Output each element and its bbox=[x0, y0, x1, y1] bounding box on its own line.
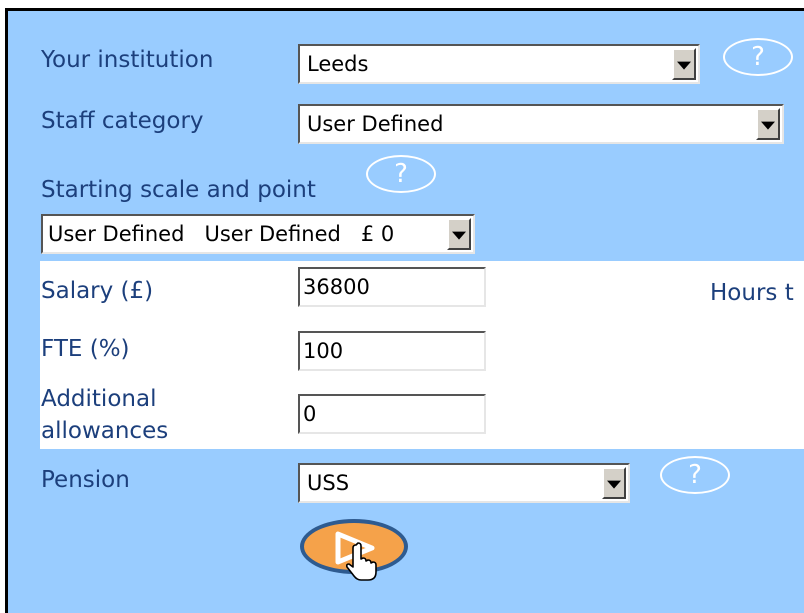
allowances-label-line1: Additional bbox=[41, 386, 157, 412]
staff-category-select[interactable]: User Defined bbox=[298, 104, 784, 144]
allowances-help-icon[interactable]: ? bbox=[513, 388, 583, 426]
institution-label: Your institution bbox=[41, 47, 214, 73]
salary-input[interactable]: 36800 bbox=[298, 267, 486, 307]
chevron-down-icon[interactable] bbox=[602, 467, 626, 499]
fte-input-value: 100 bbox=[303, 339, 344, 363]
salary-input-value: 36800 bbox=[303, 275, 370, 299]
institution-select-value: Leeds bbox=[307, 52, 369, 76]
pension-help-icon[interactable]: ? bbox=[660, 456, 730, 494]
starting-scale-select-value: User Defined User Defined £ 0 bbox=[48, 222, 395, 246]
staff-category-label: Staff category bbox=[41, 108, 204, 134]
pension-label: Pension bbox=[41, 467, 130, 493]
chevron-down-icon[interactable] bbox=[447, 218, 471, 250]
calculate-button[interactable] bbox=[300, 519, 408, 581]
hand-pointer-icon bbox=[346, 542, 377, 581]
starting-scale-help-icon[interactable]: ? bbox=[366, 155, 436, 193]
salary-label: Salary (£) bbox=[41, 278, 154, 304]
hours-label: Hours t bbox=[710, 280, 794, 306]
starting-scale-label: Starting scale and point bbox=[41, 177, 316, 203]
pension-select-value: USS bbox=[307, 471, 350, 495]
allowances-label-line2: allowances bbox=[41, 418, 169, 444]
fte-label: FTE (%) bbox=[41, 336, 130, 362]
institution-select[interactable]: Leeds bbox=[298, 44, 700, 84]
fte-help-icon[interactable]: ? bbox=[513, 324, 583, 362]
calculator-panel: Your institution Leeds ? Staff category … bbox=[5, 8, 804, 613]
chevron-down-icon[interactable] bbox=[672, 48, 696, 80]
allowances-input-value: 0 bbox=[303, 402, 317, 426]
allowances-input[interactable]: 0 bbox=[298, 394, 486, 434]
starting-scale-select[interactable]: User Defined User Defined £ 0 bbox=[41, 214, 475, 254]
chevron-down-icon[interactable] bbox=[756, 108, 780, 140]
fte-input[interactable]: 100 bbox=[298, 331, 486, 371]
institution-help-icon[interactable]: ? bbox=[723, 38, 793, 76]
staff-category-select-value: User Defined bbox=[307, 112, 444, 136]
pension-select[interactable]: USS bbox=[298, 463, 630, 503]
